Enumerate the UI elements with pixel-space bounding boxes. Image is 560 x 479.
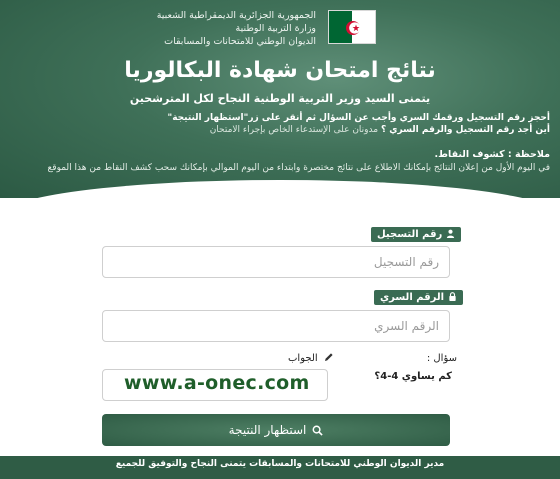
secret-label: الرقم السري — [374, 290, 464, 305]
answer-label: الجواب — [288, 352, 334, 364]
organization-name: الجمهورية الجزائرية الديمقراطية الشعبية … — [156, 9, 317, 48]
page-subtitle: يتمنى السيد وزير التربية الوطنية النجاح … — [129, 92, 431, 105]
answer-label-text: الجواب — [288, 353, 318, 364]
registration-number-input[interactable] — [102, 246, 450, 278]
header-banner: الجمهورية الجزائرية الديمقراطية الشعبية … — [0, 0, 560, 216]
search-icon — [312, 425, 324, 436]
note-heading: ملاحظة : كشوف النقاط. — [434, 149, 550, 160]
show-result-label: استظهار النتيجة — [228, 423, 307, 437]
algeria-flag-icon — [328, 10, 376, 44]
note-body: في اليوم الأول من إعلان النتائج بإمكانك … — [47, 163, 550, 173]
org-line-republic: الجمهورية الجزائرية الديمقراطية الشعبية — [156, 10, 316, 21]
instructions-answer: مدونان على الإستدعاء الخاص بإجراء الامتح… — [209, 125, 381, 135]
footer-bar: مدير الديوان الوطني للامتحانات والمسابقا… — [0, 456, 560, 479]
answer-input[interactable] — [102, 369, 328, 401]
registration-label-text: رقم التسجيل — [377, 229, 443, 240]
instructions-line-1: أحجز رقم التسجيل ورقمك السري وأجب عن الس… — [167, 113, 550, 123]
question-text: كم يساوي 4-4؟ — [374, 371, 452, 382]
secret-label-text: الرقم السري — [380, 292, 445, 303]
instructions-line-2: أين أجد رقم التسجيل والرقم السري ؟ مدونا… — [10, 124, 550, 136]
registration-label: رقم التسجيل — [371, 227, 462, 242]
page-title: نتائج امتحان شهادة البكالوريا — [124, 58, 436, 83]
footer-text: مدير الديوان الوطني للامتحانات والمسابقا… — [115, 459, 445, 469]
note-block: ملاحظة : كشوف النقاط. في اليوم الأول من … — [5, 148, 550, 175]
org-line-office: الديوان الوطني للامتحانات والمسابقات — [164, 36, 316, 47]
question-label: سؤال : — [426, 353, 457, 364]
crescent-star-icon — [346, 21, 361, 35]
show-result-button[interactable]: استظهار النتيجة — [102, 414, 450, 446]
user-icon — [447, 229, 455, 238]
lock-icon — [449, 292, 456, 301]
org-line-ministry: وزارة التربية الوطنية — [235, 23, 317, 34]
secret-number-input[interactable] — [102, 310, 450, 342]
instructions-question: أين أجد رقم التسجيل والرقم السري ؟ — [380, 125, 550, 135]
instructions: أحجز رقم التسجيل ورقمك السري وأجب عن الس… — [10, 112, 550, 136]
pencil-icon — [324, 353, 333, 361]
